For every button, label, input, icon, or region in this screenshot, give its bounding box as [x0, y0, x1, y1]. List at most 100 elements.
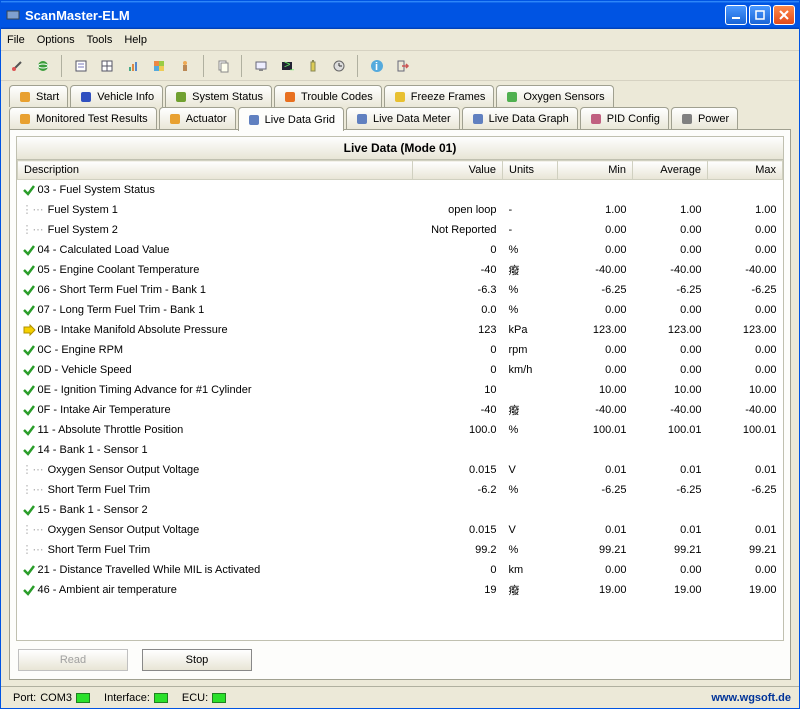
table-row[interactable]: ⋮⋯ Short Term Fuel Trim-6.2%-6.25-6.25-6… — [18, 480, 783, 500]
cell-description: 15 - Bank 1 - Sensor 2 — [38, 503, 148, 515]
cell-avg: -40.00 — [633, 260, 708, 280]
cell-min: 0.00 — [558, 560, 633, 580]
table-row[interactable]: 0B - Intake Manifold Absolute Pressure12… — [18, 320, 783, 340]
table-row[interactable]: 0F - Intake Air Temperature-40癈-40.00-40… — [18, 400, 783, 420]
interface-label: Interface: — [104, 692, 150, 704]
maximize-button[interactable] — [749, 5, 771, 25]
tab-vehicle-info[interactable]: Vehicle Info — [70, 85, 163, 107]
table-row[interactable]: ⋮⋯ Fuel System 1open loop-1.001.001.00 — [18, 200, 783, 220]
cell-max: 123.00 — [708, 320, 783, 340]
menu-file[interactable]: File — [7, 34, 25, 46]
tool-clock-icon[interactable] — [329, 56, 349, 76]
tool-form-icon[interactable] — [71, 56, 91, 76]
tab-actuator[interactable]: Actuator — [159, 107, 236, 129]
cell-min: -6.25 — [558, 280, 633, 300]
tab-oxygen-sensors[interactable]: Oxygen Sensors — [496, 85, 613, 107]
tab-icon — [247, 113, 261, 127]
col-units[interactable]: Units — [503, 161, 558, 180]
table-row[interactable]: 0D - Vehicle Speed0km/h0.000.000.00 — [18, 360, 783, 380]
check-icon — [22, 283, 36, 297]
cell-min: 0.00 — [558, 360, 633, 380]
cell-description: 21 - Distance Travelled While MIL is Act… — [38, 563, 261, 575]
col-avg[interactable]: Average — [633, 161, 708, 180]
tool-map-icon[interactable] — [149, 56, 169, 76]
tool-terminal-icon[interactable]: >_ — [277, 56, 297, 76]
cell-avg: 0.00 — [633, 220, 708, 240]
tool-gauge-icon[interactable] — [175, 56, 195, 76]
tab-system-status[interactable]: System Status — [165, 85, 272, 107]
tool-connect-icon[interactable] — [7, 56, 27, 76]
vendor-link[interactable]: www.wgsoft.de — [711, 692, 791, 704]
status-ecu: ECU: — [178, 692, 230, 704]
cell-description: 07 - Long Term Fuel Trim - Bank 1 — [38, 303, 205, 315]
tool-info-icon[interactable]: i — [367, 56, 387, 76]
table-row[interactable]: 0E - Ignition Timing Advance for #1 Cyli… — [18, 380, 783, 400]
cell-units: 癈 — [503, 580, 558, 600]
tab-live-data-grid[interactable]: Live Data Grid — [238, 107, 344, 131]
titlebar[interactable]: ScanMaster-ELM — [1, 1, 799, 29]
tab-trouble-codes[interactable]: Trouble Codes — [274, 85, 382, 107]
cell-description: 14 - Bank 1 - Sensor 1 — [38, 443, 148, 455]
menu-help[interactable]: Help — [124, 34, 147, 46]
col-max[interactable]: Max — [708, 161, 783, 180]
tab-freeze-frames[interactable]: Freeze Frames — [384, 85, 495, 107]
close-button[interactable] — [773, 5, 795, 25]
tool-chart-icon[interactable] — [123, 56, 143, 76]
col-description[interactable]: Description — [18, 161, 413, 180]
tab-icon — [283, 90, 297, 104]
table-row[interactable]: 14 - Bank 1 - Sensor 1 — [18, 440, 783, 460]
table-row[interactable]: 05 - Engine Coolant Temperature-40癈-40.0… — [18, 260, 783, 280]
cell-avg: -6.25 — [633, 480, 708, 500]
table-row[interactable]: ⋮⋯ Short Term Fuel Trim99.2%99.2199.2199… — [18, 540, 783, 560]
table-row[interactable]: 06 - Short Term Fuel Trim - Bank 1-6.3%-… — [18, 280, 783, 300]
tool-grid-icon[interactable] — [97, 56, 117, 76]
cell-units — [503, 180, 558, 200]
tool-exit-icon[interactable] — [393, 56, 413, 76]
cell-units: 癈 — [503, 260, 558, 280]
table-row[interactable]: ⋮⋯ Oxygen Sensor Output Voltage0.015V0.0… — [18, 520, 783, 540]
col-min[interactable]: Min — [558, 161, 633, 180]
tool-monitor-icon[interactable] — [251, 56, 271, 76]
table-row[interactable]: ⋮⋯ Oxygen Sensor Output Voltage0.015V0.0… — [18, 460, 783, 480]
cell-min — [558, 500, 633, 520]
cell-max: 1.00 — [708, 200, 783, 220]
grid-scroll[interactable]: Description Value Units Min Average Max … — [16, 160, 784, 641]
table-row[interactable]: 04 - Calculated Load Value0%0.000.000.00 — [18, 240, 783, 260]
app-window: ScanMaster-ELM File Options Tools Help >… — [0, 0, 800, 709]
tab-start[interactable]: Start — [9, 85, 68, 107]
tool-copy-icon[interactable] — [213, 56, 233, 76]
tab-live-data-graph[interactable]: Live Data Graph — [462, 107, 578, 129]
col-value[interactable]: Value — [413, 161, 503, 180]
table-row[interactable]: 03 - Fuel System Status — [18, 180, 783, 200]
cell-min — [558, 440, 633, 460]
tab-power[interactable]: Power — [671, 107, 738, 129]
cell-units: - — [503, 200, 558, 220]
stop-button[interactable]: Stop — [142, 649, 252, 671]
cell-value — [413, 500, 503, 520]
cell-min: 0.00 — [558, 340, 633, 360]
svg-text:i: i — [375, 61, 378, 73]
status-interface: Interface: — [100, 692, 172, 704]
table-row[interactable]: 21 - Distance Travelled While MIL is Act… — [18, 560, 783, 580]
tree-branch-icon: ⋮⋯ — [22, 223, 42, 236]
tab-live-data-meter[interactable]: Live Data Meter — [346, 107, 460, 129]
cell-description: 03 - Fuel System Status — [38, 184, 155, 196]
check-icon — [22, 183, 36, 197]
menu-options[interactable]: Options — [37, 34, 75, 46]
tool-battery-icon[interactable] — [303, 56, 323, 76]
tab-monitored-test-results[interactable]: Monitored Test Results — [9, 107, 157, 129]
table-row[interactable]: 0C - Engine RPM0rpm0.000.000.00 — [18, 340, 783, 360]
table-row[interactable]: 11 - Absolute Throttle Position100.0%100… — [18, 420, 783, 440]
table-row[interactable]: ⋮⋯ Fuel System 2Not Reported-0.000.000.0… — [18, 220, 783, 240]
table-row[interactable]: 46 - Ambient air temperature19癈19.0019.0… — [18, 580, 783, 600]
cell-min: 0.00 — [558, 220, 633, 240]
tab-icon — [355, 112, 369, 126]
table-row[interactable]: 07 - Long Term Fuel Trim - Bank 10.0%0.0… — [18, 300, 783, 320]
table-row[interactable]: 15 - Bank 1 - Sensor 2 — [18, 500, 783, 520]
menu-tools[interactable]: Tools — [87, 34, 113, 46]
tab-pid-config[interactable]: PID Config — [580, 107, 669, 129]
tree-branch-icon: ⋮⋯ — [22, 203, 42, 216]
minimize-button[interactable] — [725, 5, 747, 25]
ecu-led-icon — [212, 693, 226, 703]
tool-globe-icon[interactable] — [33, 56, 53, 76]
